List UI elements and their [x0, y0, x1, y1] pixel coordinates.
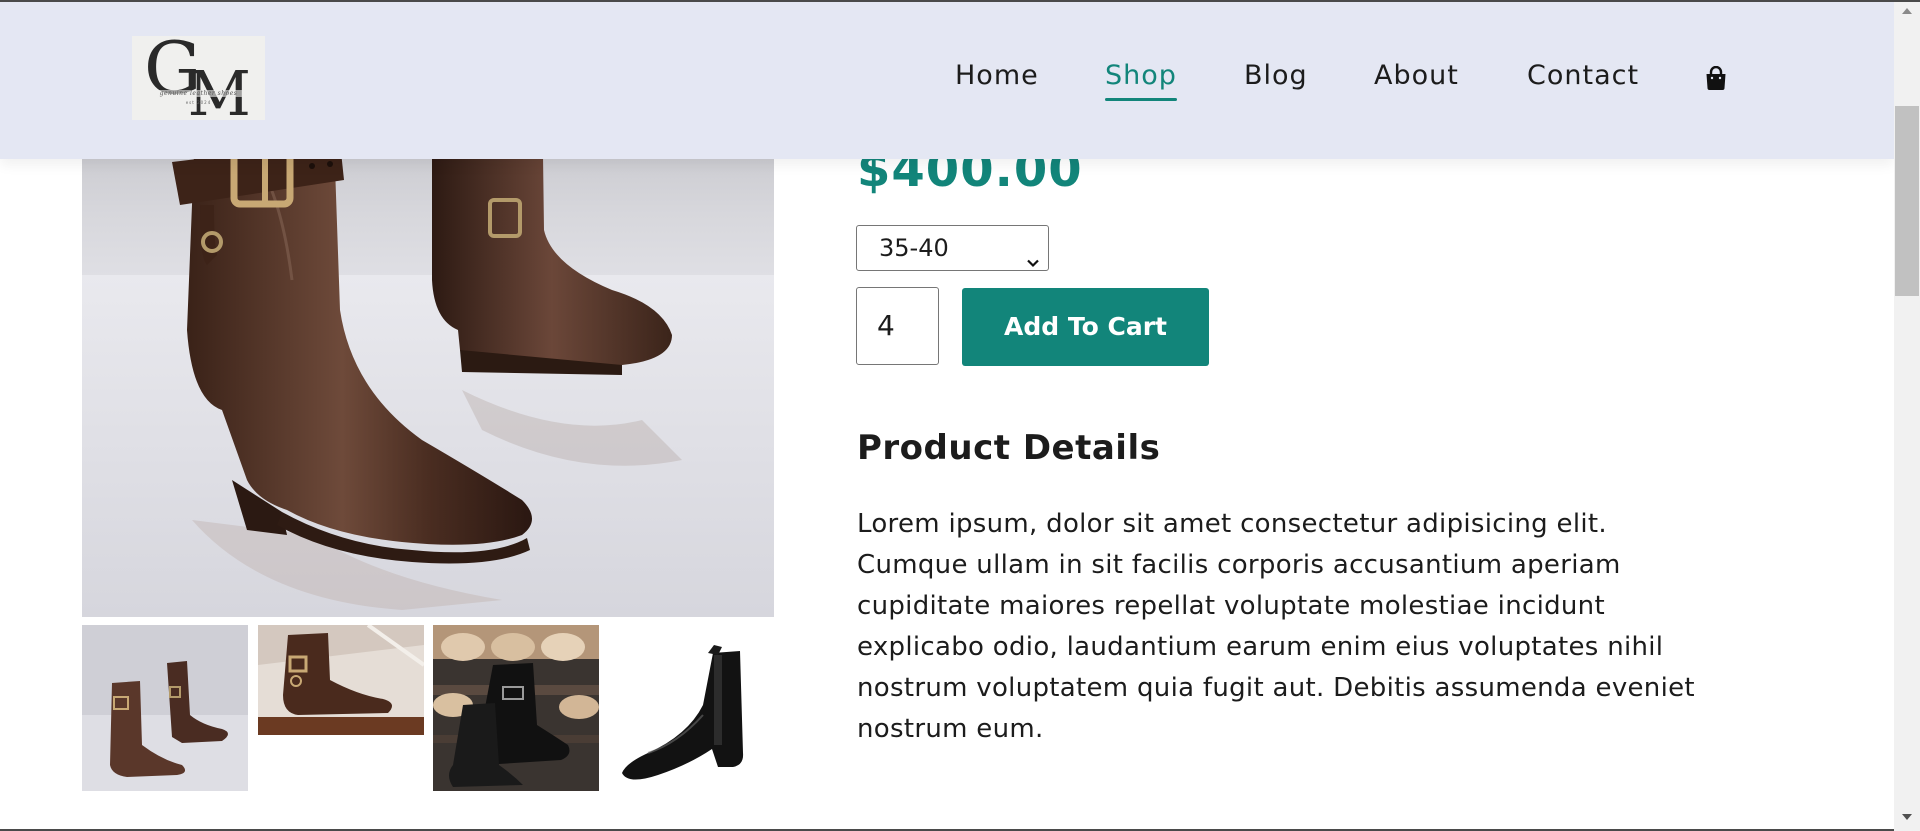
brand-logo[interactable]: GM genuine leather shoes est 2024 [132, 36, 265, 120]
quantity-input[interactable]: 4 [856, 287, 939, 365]
logo-subline: est 2024 [185, 100, 212, 105]
nav-contact[interactable]: Contact [1527, 60, 1639, 91]
size-select-value: 35-40 [879, 234, 949, 262]
description-line: Cumque ullam in sit facilis corporis acc… [857, 550, 1621, 580]
thumbnail-black-boot-on-rack[interactable] [433, 625, 599, 791]
nav-about[interactable]: About [1374, 60, 1459, 91]
logo-tagline: genuine leather shoes [135, 90, 262, 97]
thumbnail-brown-boot-side[interactable] [258, 625, 424, 735]
nav-shop[interactable]: Shop [1105, 60, 1177, 101]
product-details-heading: Product Details [857, 428, 1161, 468]
scroll-up-arrow-icon[interactable] [1902, 8, 1912, 14]
thumbnail-black-chelsea-boot[interactable] [608, 625, 774, 791]
description-line: cupiditate maiores repellat voluptate mo… [857, 591, 1605, 621]
size-select[interactable]: 35-40 [856, 225, 1049, 271]
window-top-border [0, 0, 1920, 2]
product-description: Lorem ipsum, dolor sit amet consectetur … [857, 504, 1737, 750]
description-line: nostrum eum. [857, 714, 1044, 744]
nav-home[interactable]: Home [955, 60, 1039, 91]
scroll-down-arrow-icon[interactable] [1902, 814, 1912, 820]
chevron-down-icon [1026, 240, 1040, 268]
thumbnail-brown-boots-pair[interactable] [82, 625, 248, 791]
description-line: nostrum voluptatem quia fugit aut. Debit… [857, 673, 1695, 703]
nav-blog[interactable]: Blog [1244, 60, 1308, 91]
shopping-bag-icon[interactable] [1705, 65, 1727, 90]
add-to-cart-button[interactable]: Add To Cart [962, 288, 1209, 366]
description-line: Lorem ipsum, dolor sit amet consectetur … [857, 509, 1607, 539]
product-main-image [82, 80, 774, 617]
site-header: GM genuine leather shoes est 2024 Home S… [0, 2, 1894, 159]
scrollbar-thumb[interactable] [1895, 106, 1919, 296]
description-line: explicabo odio, laudantium earum enim ei… [857, 632, 1664, 662]
page-scrollbar[interactable] [1894, 2, 1920, 831]
